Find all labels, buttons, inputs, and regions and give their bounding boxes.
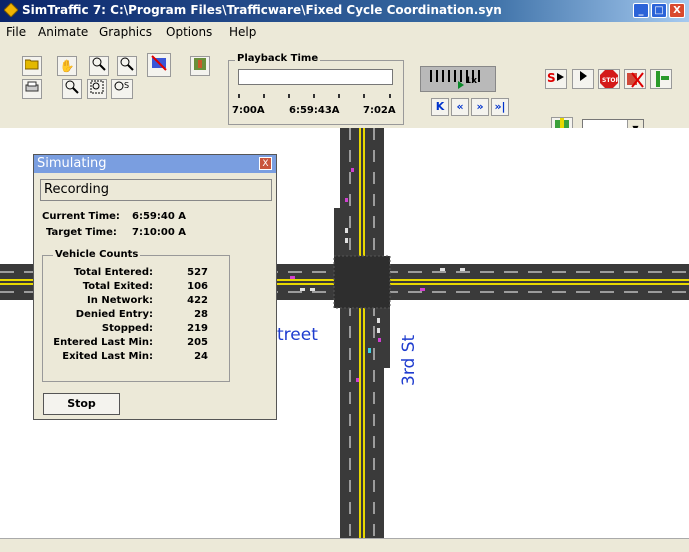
speed-label: 1x bbox=[465, 76, 478, 86]
svg-text:S: S bbox=[547, 71, 556, 84]
vehicle-info-icon[interactable] bbox=[147, 53, 171, 77]
window-title: SimTraffic 7: C:\Program Files\Trafficwa… bbox=[22, 3, 502, 17]
stop-sign-icon[interactable]: STOP bbox=[598, 69, 621, 89]
close-button[interactable]: X bbox=[669, 3, 685, 18]
count-value: 219 bbox=[187, 323, 208, 334]
count-row: In Network: 422 bbox=[43, 295, 231, 308]
status-bar bbox=[0, 538, 689, 552]
menu-file[interactable]: File bbox=[6, 25, 26, 39]
playback-time-group: Playback Time 7:00A 6:59:43A 7:02A bbox=[228, 53, 404, 125]
dialog-title: Simulating bbox=[37, 156, 107, 171]
current-time-label: Current Time: bbox=[42, 211, 120, 222]
menu-animate[interactable]: Animate bbox=[38, 25, 88, 39]
zoom-scale-icon[interactable]: S bbox=[111, 79, 133, 99]
map-settings-icon[interactable] bbox=[190, 56, 210, 76]
count-label: Exited Last Min: bbox=[62, 351, 153, 362]
playback-end-time: 7:02A bbox=[363, 105, 396, 116]
count-value: 24 bbox=[194, 351, 208, 362]
play-icon[interactable] bbox=[572, 69, 594, 89]
count-row: Total Exited: 106 bbox=[43, 281, 231, 294]
target-time-label: Target Time: bbox=[46, 227, 117, 238]
simulating-dialog: Simulating X Recording Current Time: 6:5… bbox=[33, 154, 277, 420]
minimize-button[interactable]: _ bbox=[633, 3, 649, 18]
zoom-out-icon[interactable] bbox=[117, 56, 137, 76]
count-label: In Network: bbox=[87, 295, 153, 306]
signal-icon[interactable] bbox=[650, 69, 672, 89]
maximize-button[interactable]: □ bbox=[651, 3, 667, 18]
count-row: Stopped: 219 bbox=[43, 323, 231, 336]
status-field: Recording bbox=[40, 179, 272, 201]
count-label: Total Entered: bbox=[73, 267, 153, 278]
print-icon[interactable] bbox=[22, 79, 42, 99]
count-value: 106 bbox=[187, 281, 208, 292]
count-value: 527 bbox=[187, 267, 208, 278]
count-value: 28 bbox=[194, 309, 208, 320]
street-label-main: treet bbox=[277, 325, 318, 345]
app-icon bbox=[4, 3, 18, 17]
toolbar: ✋ S Playback Time 7:00A 6:59:43A 7:02A 1… bbox=[0, 42, 689, 138]
go-start-button[interactable]: K bbox=[431, 98, 449, 116]
count-label: Entered Last Min: bbox=[53, 337, 153, 348]
close-icon[interactable]: X bbox=[259, 157, 272, 170]
go-end-button[interactable]: »| bbox=[491, 98, 509, 116]
step-forward-button[interactable]: » bbox=[471, 98, 489, 116]
delete-recording-icon[interactable] bbox=[624, 69, 646, 89]
playback-start-time: 7:00A bbox=[232, 105, 265, 116]
count-row: Entered Last Min: 205 bbox=[43, 337, 231, 350]
count-label: Denied Entry: bbox=[75, 309, 153, 320]
count-row: Exited Last Min: 24 bbox=[43, 351, 231, 364]
stop-button[interactable]: Stop bbox=[43, 393, 120, 415]
playback-time-legend: Playback Time bbox=[235, 53, 321, 64]
street-label-3rd: 3rd St bbox=[399, 335, 419, 386]
menu-options[interactable]: Options bbox=[166, 25, 212, 39]
count-value: 422 bbox=[187, 295, 208, 306]
dialog-title-bar[interactable]: Simulating X bbox=[34, 155, 276, 173]
count-row: Total Entered: 527 bbox=[43, 267, 231, 280]
step-back-button[interactable]: « bbox=[451, 98, 469, 116]
speed-control[interactable]: 1x bbox=[420, 66, 496, 92]
title-bar: SimTraffic 7: C:\Program Files\Trafficwa… bbox=[0, 0, 689, 22]
count-value: 205 bbox=[187, 337, 208, 348]
open-folder-icon[interactable] bbox=[22, 56, 42, 76]
playback-slider[interactable] bbox=[238, 69, 393, 85]
target-time-value: 7:10:00 A bbox=[132, 227, 187, 238]
count-label: Total Exited: bbox=[82, 281, 153, 292]
zoom-extents-icon[interactable] bbox=[87, 79, 107, 99]
seed-simulation-icon[interactable]: S bbox=[545, 69, 567, 89]
count-label: Stopped: bbox=[101, 323, 153, 334]
menu-help[interactable]: Help bbox=[229, 25, 256, 39]
svg-text:STOP: STOP bbox=[602, 77, 618, 84]
zoom-in-icon[interactable] bbox=[89, 56, 109, 76]
playback-current-time: 6:59:43A bbox=[289, 105, 340, 116]
vehicle-counts-legend: Vehicle Counts bbox=[53, 249, 141, 260]
menu-bar: File Animate Graphics Options Help bbox=[0, 22, 689, 42]
count-row: Denied Entry: 28 bbox=[43, 309, 231, 322]
vehicle-counts-group: Vehicle Counts Total Entered: 527 Total … bbox=[42, 249, 231, 382]
menu-graphics[interactable]: Graphics bbox=[99, 25, 152, 39]
svg-text:S: S bbox=[124, 81, 129, 90]
hand-pan-icon[interactable]: ✋ bbox=[57, 56, 77, 76]
current-time-value: 6:59:40 A bbox=[132, 211, 187, 222]
zoom-window-icon[interactable] bbox=[62, 79, 82, 99]
